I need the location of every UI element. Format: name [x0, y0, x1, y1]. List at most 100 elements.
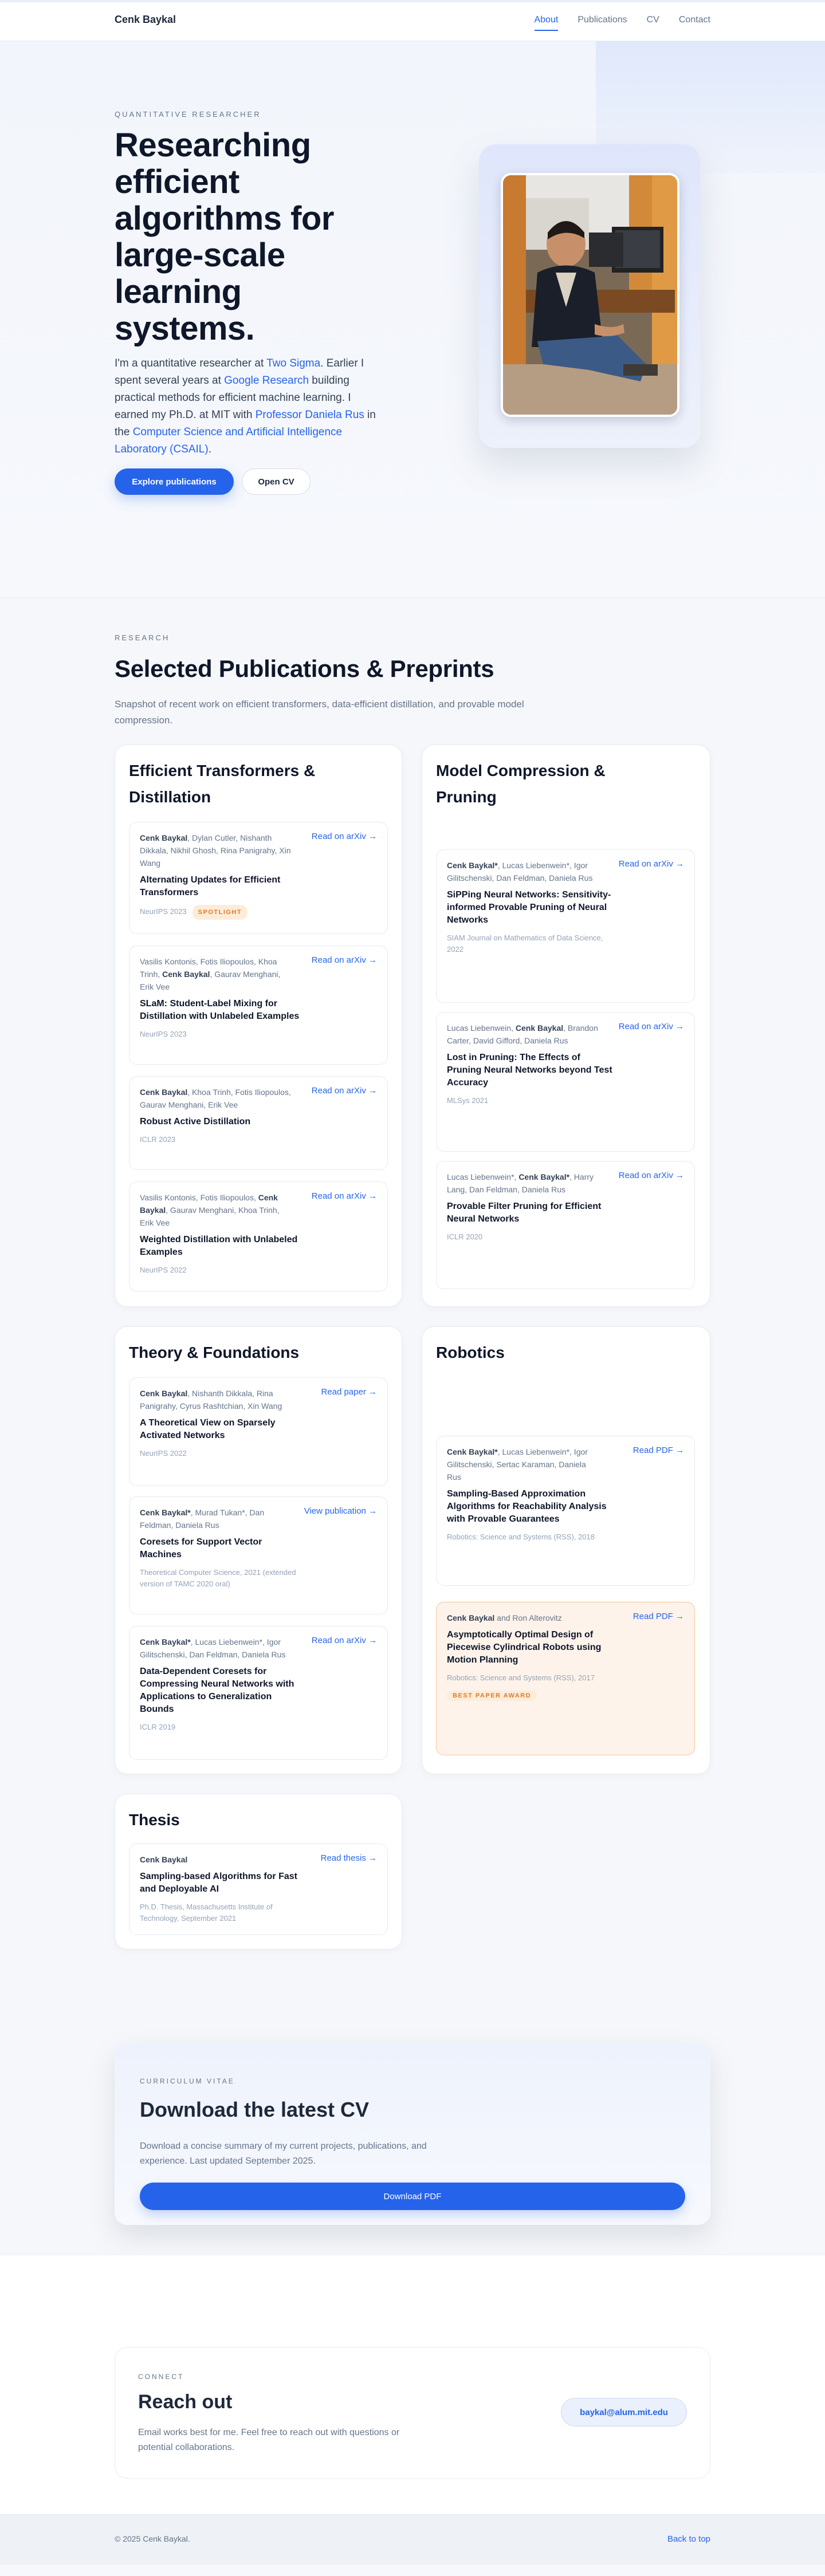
read-arxiv-link[interactable]: Read on arXiv → [312, 1636, 377, 1645]
intro-text: . [208, 443, 211, 455]
pub-author-highlight: Cenk Baykal* [140, 1637, 191, 1647]
pub-authors: Cenk Baykal, Khoa Trinh, Fotis Iliopoulo… [140, 1086, 294, 1111]
read-arxiv-link[interactable]: Read on arXiv → [312, 1086, 377, 1096]
spotlight-badge: SPOTLIGHT [192, 905, 248, 920]
pub-author-highlight: Cenk Baykal* [140, 1508, 191, 1517]
pub-authors: Cenk Baykal [140, 1853, 294, 1866]
contact-eyebrow: CONNECT [138, 2373, 184, 2381]
contact-card: CONNECT Reach out Email works best for m… [115, 2347, 710, 2479]
contact-section: CONNECT Reach out Email works best for m… [0, 2255, 825, 2514]
publication-card: Vasilis Kontonis, Fotis Iliopoulos, Khoa… [129, 946, 388, 1065]
research-subtitle: Snapshot of recent work on efficient tra… [115, 699, 524, 726]
read-arxiv-link[interactable]: Read on arXiv → [312, 1191, 377, 1201]
group-title: Robotics [436, 1344, 505, 1361]
pub-author-highlight: Cenk Baykal [140, 1389, 188, 1398]
read-arxiv-link[interactable]: Read on arXiv → [619, 1171, 684, 1180]
publication-card: Cenk Baykal, Khoa Trinh, Fotis Iliopoulo… [129, 1076, 388, 1170]
publication-card: Cenk Baykal Sampling-based Algorithms fo… [129, 1844, 388, 1935]
pub-title: A Theoretical View on Sparsely Activated… [140, 1418, 276, 1440]
cv-title: Download the latest CV [140, 2098, 370, 2121]
research-section: RESEARCH Selected Publications & Preprin… [0, 598, 825, 2008]
pub-venue: ICLR 2023 [140, 1135, 176, 1144]
pub-venue: NeurIPS 2022 [140, 1266, 187, 1274]
read-paper-link[interactable]: Read paper → [321, 1387, 377, 1397]
daniela-rus-link[interactable]: Professor Daniela Rus [256, 409, 364, 421]
group-efficient-transformers: Efficient Transformers & Distillation Ce… [115, 745, 402, 1307]
publication-card: Vasilis Kontonis, Fotis Iliopoulos, Cenk… [129, 1181, 388, 1291]
pub-author-highlight: Cenk Baykal [162, 970, 210, 979]
pub-title: Robust Active Distillation [140, 1117, 251, 1126]
group-robotics: Robotics Cenk Baykal*, Lucas Liebenwein*… [422, 1326, 710, 1774]
pub-authors: Cenk Baykal and Ron Alterovitz [447, 1612, 602, 1624]
csail-link[interactable]: Computer Science and Artificial Intellig… [115, 426, 342, 455]
site-footer: © 2025 Cenk Baykal. Back to top [0, 2514, 825, 2565]
pub-author-highlight: Cenk Baykal [515, 1023, 564, 1033]
nav-link-about[interactable]: About [534, 15, 559, 31]
pub-authors-pre: Vasilis Kontonis, Fotis Iliopoulos, [140, 1193, 258, 1202]
pub-author-highlight: Cenk Baykal [140, 1088, 188, 1097]
publication-card: Cenk Baykal*, Murad Tukan*, Dan Feldman,… [129, 1496, 388, 1614]
pub-authors: Cenk Baykal*, Lucas Liebenwein*, Igor Gi… [447, 1445, 602, 1483]
view-publication-link[interactable]: View publication → [304, 1506, 377, 1516]
pub-title: Lost in Pruning: The Effects of Pruning … [447, 1053, 612, 1088]
pub-author-highlight: Cenk Baykal* [447, 1447, 498, 1456]
pub-venue: Ph.D. Thesis, Massachusetts Institute of… [140, 1903, 273, 1923]
read-pdf-link[interactable]: Read PDF → [633, 1445, 684, 1455]
email-button[interactable]: baykal@alum.mit.edu [561, 2398, 687, 2427]
pub-authors: Cenk Baykal*, Murad Tukan*, Dan Feldman,… [140, 1506, 294, 1531]
best-paper-award-badge: BEST PAPER AWARD [447, 1691, 537, 1701]
intro-text: I'm a quantitative researcher at [115, 357, 267, 369]
pub-author-highlight: Cenk Baykal* [518, 1172, 570, 1181]
pub-title: Sampling-Based Approximation Algorithms … [447, 1489, 607, 1524]
portrait-photo [501, 173, 679, 417]
download-pdf-button[interactable]: Download PDF [140, 2183, 685, 2210]
pub-author-highlight: Cenk Baykal [140, 833, 188, 842]
open-cv-button[interactable]: Open CV [242, 468, 311, 495]
pub-title: SiPPing Neural Networks: Sensitivity-inf… [447, 890, 611, 925]
pub-venue: MLSys 2021 [447, 1096, 489, 1105]
site-brand[interactable]: Cenk Baykal [115, 14, 176, 26]
pub-author-highlight: Cenk Baykal [140, 1855, 188, 1864]
google-research-link[interactable]: Google Research [224, 375, 309, 387]
pub-title: Coresets for Support Vector Machines [140, 1537, 262, 1559]
pub-venue: ICLR 2019 [140, 1723, 176, 1731]
read-thesis-link[interactable]: Read thesis → [321, 1853, 377, 1863]
explore-publications-button[interactable]: Explore publications [115, 468, 234, 495]
read-arxiv-link[interactable]: Read on arXiv → [619, 1022, 684, 1031]
pub-venue: NeurIPS 2023 [140, 1030, 187, 1038]
pub-authors: Lucas Liebenwein, Cenk Baykal, Brandon C… [447, 1022, 602, 1047]
pub-authors: Cenk Baykal*, Lucas Liebenwein*, Igor Gi… [140, 1636, 294, 1661]
pub-authors: Cenk Baykal, Nishanth Dikkala, Rina Pani… [140, 1387, 294, 1412]
cv-section: CURRICULUM VITAE Download the latest CV … [0, 2008, 825, 2255]
group-thesis: Thesis Cenk Baykal Sampling-based Algori… [115, 1794, 402, 1949]
pub-authors: Cenk Baykal*, Lucas Liebenwein*, Igor Gi… [447, 859, 602, 884]
pub-venue: SIAM Journal on Mathematics of Data Scie… [447, 933, 603, 954]
pub-title: Data-Dependent Coresets for Compressing … [140, 1667, 294, 1714]
nav-link-contact[interactable]: Contact [679, 15, 710, 31]
group-title: Thesis [129, 1811, 180, 1829]
pub-title: Sampling-based Algorithms for Fast and D… [140, 1872, 297, 1894]
read-pdf-link[interactable]: Read PDF → [633, 1612, 684, 1621]
pub-authors-pre: Lucas Liebenwein*, [447, 1172, 519, 1181]
pub-title: Provable Filter Pruning for Efficient Ne… [447, 1202, 602, 1224]
nav-link-publications-label: Publications [578, 15, 627, 25]
read-arxiv-link[interactable]: Read on arXiv → [619, 859, 684, 869]
publication-card: Cenk Baykal, Nishanth Dikkala, Rina Pani… [129, 1377, 388, 1486]
publication-card: Cenk Baykal*, Lucas Liebenwein*, Igor Gi… [436, 849, 695, 1003]
pub-venue-row: NeurIPS 2023 SPOTLIGHT [140, 905, 306, 920]
nav-link-publications[interactable]: Publications [578, 15, 627, 31]
pub-authors: Lucas Liebenwein*, Cenk Baykal*, Harry L… [447, 1171, 602, 1196]
nav-link-about-label: About [534, 15, 559, 25]
read-arxiv-link[interactable]: Read on arXiv → [312, 955, 377, 965]
nav-link-cv[interactable]: CV [647, 15, 659, 31]
pub-author-highlight: Cenk Baykal* [447, 861, 498, 870]
pub-title: Weighted Distillation with Unlabeled Exa… [140, 1235, 298, 1257]
footer-copyright: © 2025 Cenk Baykal. [115, 2534, 190, 2543]
publication-card: Cenk Baykal, Dylan Cutler, Nishanth Dikk… [129, 822, 388, 934]
research-title: Selected Publications & Preprints [115, 655, 494, 682]
back-to-top-link[interactable]: Back to top [667, 2534, 710, 2544]
read-arxiv-link[interactable]: Read on arXiv → [312, 832, 377, 841]
publication-card: Lucas Liebenwein, Cenk Baykal, Brandon C… [436, 1012, 695, 1152]
two-sigma-link[interactable]: Two Sigma [266, 357, 320, 369]
top-navigation: Cenk Baykal About Publications CV Contac… [0, 0, 825, 41]
